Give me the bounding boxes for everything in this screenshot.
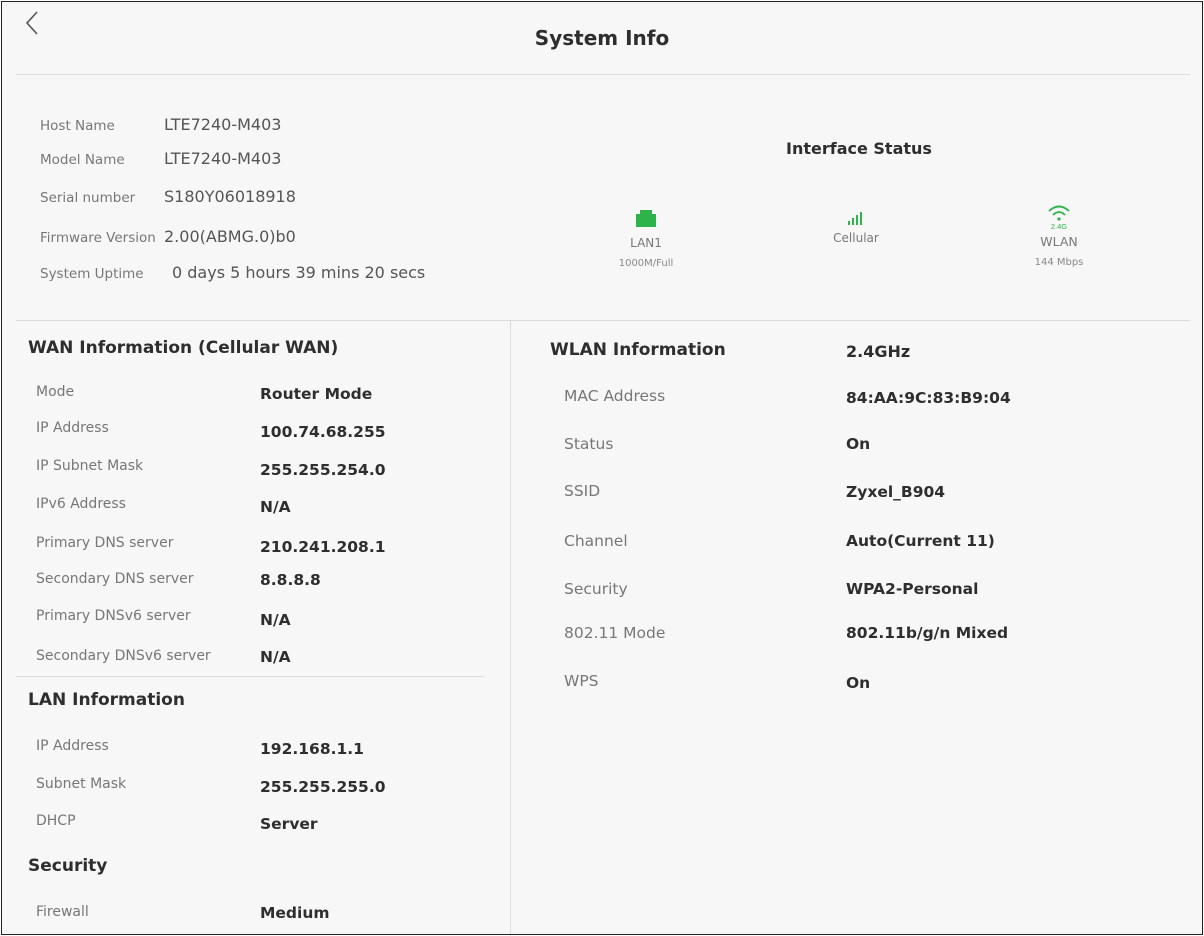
wan-mode-value: Router Mode — [260, 385, 373, 403]
wan-secondary-dnsv6-value: N/A — [260, 648, 291, 666]
wan-primary-dnsv6-label: Primary DNSv6 server — [36, 608, 191, 624]
interface-name: LAN1 — [630, 236, 662, 250]
wan-subnet-mask-label: IP Subnet Mask — [36, 458, 144, 474]
lan-subnet-mask-label: Subnet Mask — [36, 776, 127, 792]
model-name-label: Model Name — [40, 152, 125, 168]
wlan-status-label: Status — [564, 435, 614, 453]
system-info-page: System Info Host Name LTE7240-M403 Model… — [1, 1, 1203, 935]
firmware-version-label: Firmware Version — [40, 230, 156, 246]
lan-ip-address-value: 192.168.1.1 — [260, 740, 364, 758]
interface-name: WLAN — [1040, 234, 1078, 249]
wan-secondary-dnsv6-label: Secondary DNSv6 server — [36, 648, 211, 664]
wlan-mac-address-value: 84:AA:9C:83:B9:04 — [846, 389, 1011, 407]
wifi-band-text: 2.4G — [1051, 222, 1067, 230]
wlan-status-value: On — [846, 435, 871, 453]
interface-speed: 144 Mbps — [1034, 257, 1084, 268]
wan-secondary-dns-value: 8.8.8.8 — [260, 571, 321, 589]
wlan-band: 2.4GHz — [846, 342, 911, 361]
interface-lan1[interactable]: LAN1 1000M/Full — [606, 208, 686, 269]
ethernet-port-icon — [636, 210, 656, 227]
wlan-ssid-label: SSID — [564, 482, 601, 500]
wan-ipv6-address-label: IPv6 Address — [36, 496, 126, 512]
wan-ip-address-value: 100.74.68.255 — [260, 423, 386, 441]
interface-cellular[interactable]: Cellular — [816, 210, 896, 245]
lan-ip-address-label: IP Address — [36, 738, 109, 754]
wlan-wps-value: On — [846, 674, 871, 692]
page-title: System Info — [534, 26, 670, 50]
lan-dhcp-value: Server — [260, 815, 318, 833]
wan-ip-address-label: IP Address — [36, 420, 109, 436]
firewall-value: Medium — [260, 904, 330, 922]
wlan-80211-mode-value: 802.11b/g/n Mixed — [846, 624, 1009, 642]
security-section-title: Security — [28, 856, 108, 876]
wan-ipv6-address-value: N/A — [260, 498, 291, 516]
host-name-label: Host Name — [40, 118, 115, 134]
serial-number-label: Serial number — [40, 190, 136, 206]
divider — [16, 74, 1190, 75]
wan-primary-dnsv6-value: N/A — [260, 611, 291, 629]
signal-bars-icon — [848, 212, 862, 225]
wlan-security-label: Security — [564, 580, 628, 598]
wan-subnet-mask-value: 255.255.254.0 — [260, 461, 386, 479]
divider — [16, 676, 484, 677]
wlan-mac-address-label: MAC Address — [564, 387, 666, 405]
firmware-version-value: 2.00(ABMG.0)b0 — [164, 227, 296, 246]
column-divider — [510, 321, 511, 934]
top-bar: System Info — [2, 2, 1202, 74]
lan-section-title: LAN Information — [28, 690, 185, 710]
interface-status-title: Interface Status — [786, 139, 932, 158]
serial-number-value: S180Y06018918 — [164, 187, 296, 206]
firewall-label: Firewall — [36, 904, 89, 920]
wlan-channel-value: Auto(Current 11) — [846, 532, 995, 550]
lan-subnet-mask-value: 255.255.255.0 — [260, 778, 386, 796]
wan-section-title: WAN Information (Cellular WAN) — [28, 338, 339, 358]
model-name-value: LTE7240-M403 — [164, 149, 282, 168]
interface-wlan[interactable]: 2.4G WLAN 144 Mbps — [1019, 202, 1099, 268]
wlan-ssid-value: Zyxel_B904 — [846, 483, 946, 501]
system-uptime-label: System Uptime — [40, 266, 144, 282]
wlan-section-title: WLAN Information — [550, 340, 726, 360]
wlan-channel-label: Channel — [564, 532, 628, 550]
host-name-value: LTE7240-M403 — [164, 115, 282, 134]
wlan-wps-label: WPS — [564, 672, 599, 690]
interface-name: Cellular — [833, 231, 879, 245]
wan-secondary-dns-label: Secondary DNS server — [36, 571, 194, 587]
wan-primary-dns-value: 210.241.208.1 — [260, 538, 386, 556]
system-uptime-value: 0 days 5 hours 39 mins 20 secs — [172, 263, 426, 282]
wan-primary-dns-label: Primary DNS server — [36, 535, 174, 551]
wifi-icon: 2.4G — [1048, 205, 1070, 231]
interface-speed: 1000M/Full — [618, 258, 674, 269]
wlan-security-value: WPA2-Personal — [846, 580, 979, 598]
wlan-80211-mode-label: 802.11 Mode — [564, 624, 666, 642]
lan-dhcp-label: DHCP — [36, 813, 76, 829]
wan-mode-label: Mode — [36, 384, 75, 400]
divider — [16, 320, 1190, 321]
